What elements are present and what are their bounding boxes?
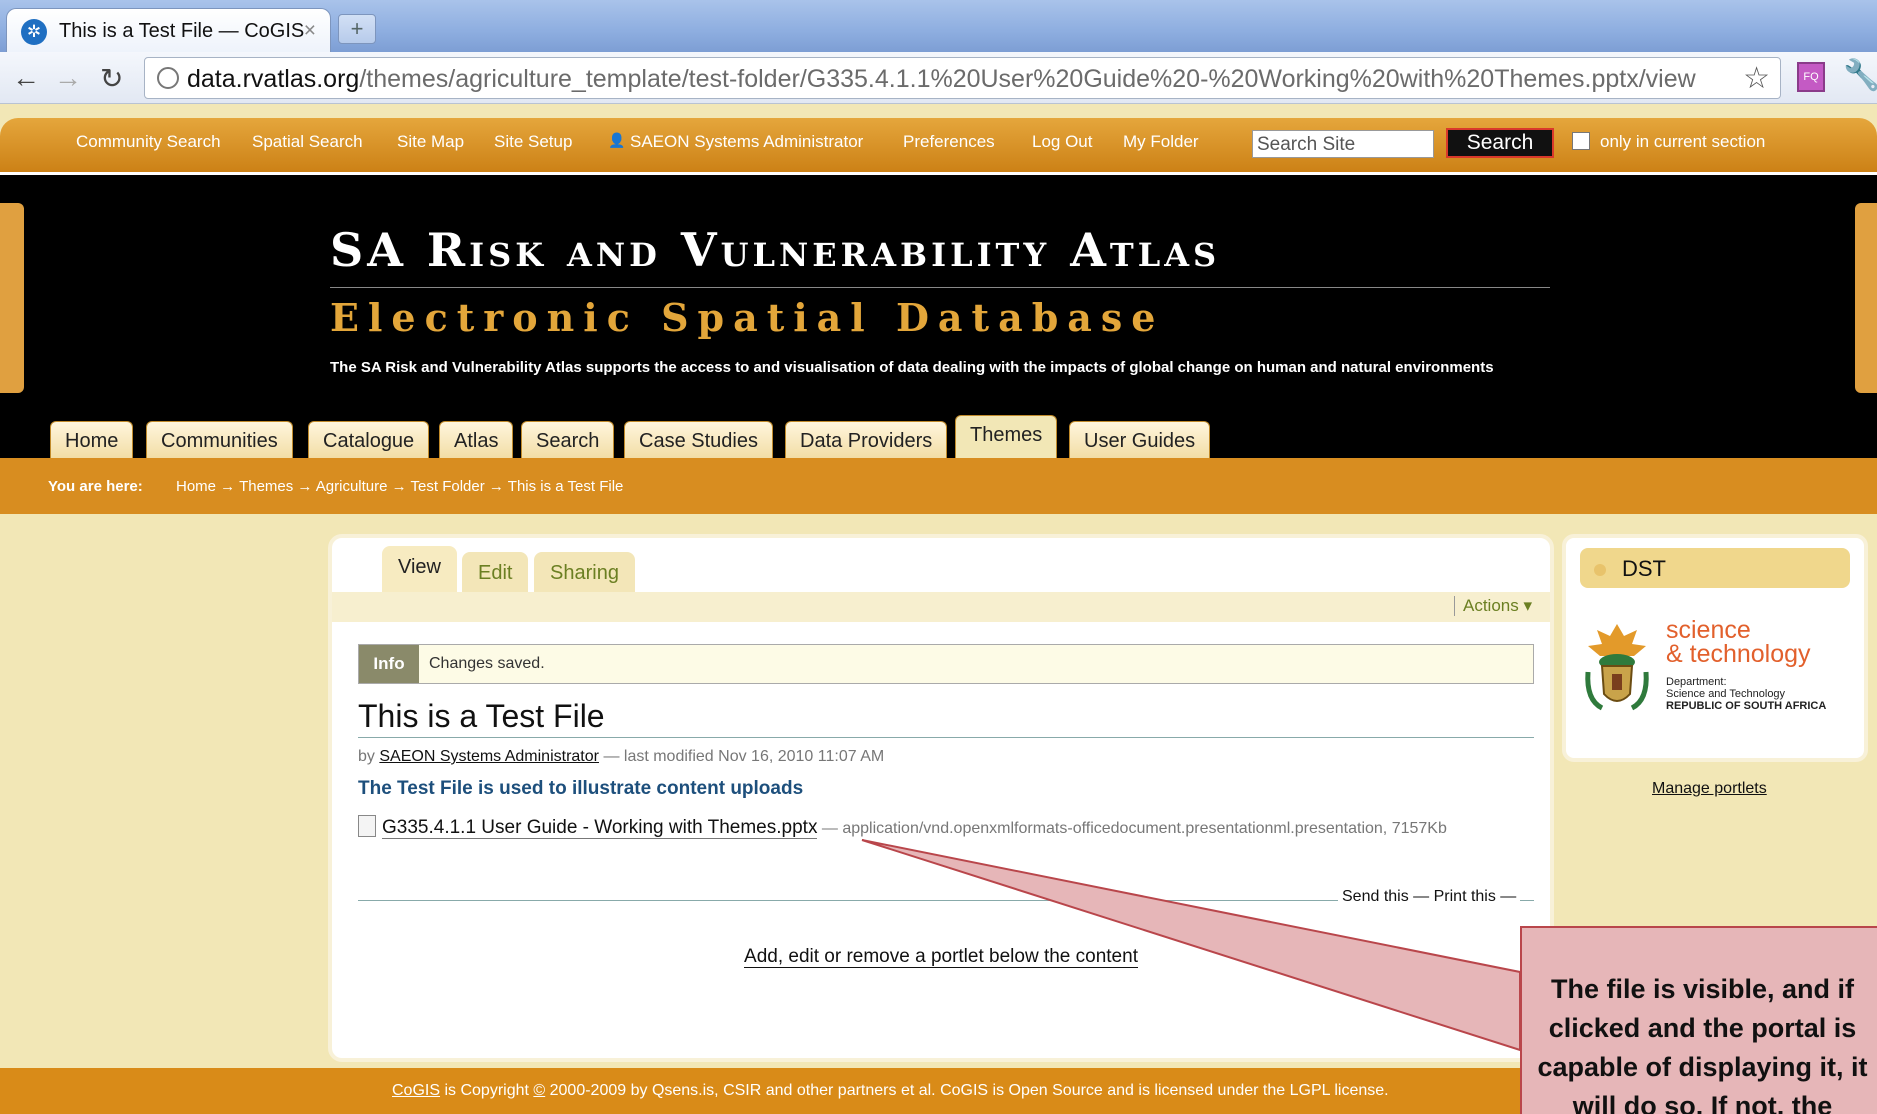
- user-link[interactable]: SAEON Systems Administrator: [630, 132, 863, 152]
- wrench-icon[interactable]: 🔧: [1843, 58, 1877, 93]
- community-search-link[interactable]: Community Search: [76, 132, 221, 152]
- print-this-link[interactable]: Print this: [1434, 888, 1496, 905]
- banner-edge-right: [1855, 203, 1877, 393]
- portlet-title: DST: [1622, 556, 1666, 581]
- nav-tab-communities[interactable]: Communities: [146, 421, 293, 461]
- nav-tab-atlas[interactable]: Atlas: [439, 421, 514, 461]
- spatial-search-link[interactable]: Spatial Search: [252, 132, 363, 152]
- callout-box: The file is visible, and if clicked and …: [1520, 926, 1877, 1114]
- page-title: This is a Test File: [358, 698, 1534, 738]
- browser-tab-strip: ✲ This is a Test File — CoGIS × +: [0, 0, 1877, 52]
- coat-of-arms-icon: [1585, 624, 1649, 711]
- banner-divider: [330, 287, 1550, 288]
- search-button[interactable]: Search: [1446, 128, 1554, 158]
- nav-tab-data-providers[interactable]: Data Providers: [785, 421, 948, 461]
- document-byline: by SAEON Systems Administrator — last mo…: [358, 748, 885, 765]
- breadcrumb-trail[interactable]: Home → Themes → Agriculture → Test Folde…: [176, 478, 623, 495]
- site-map-link[interactable]: Site Map: [397, 132, 464, 152]
- author-link[interactable]: SAEON Systems Administrator: [379, 748, 599, 765]
- user-icon: 👤: [608, 132, 626, 148]
- search-input[interactable]: Search Site: [1252, 130, 1434, 158]
- info-badge: Info: [359, 645, 419, 683]
- footer-text: CoGIS is Copyright © 2000-2009 by Qsens.…: [392, 1082, 1389, 1099]
- file-icon: [358, 815, 376, 837]
- browser-tab-title: This is a Test File — CoGIS: [59, 20, 305, 42]
- browser-tab[interactable]: ✲ This is a Test File — CoGIS ×: [6, 8, 331, 52]
- reload-icon[interactable]: ↻: [100, 62, 123, 95]
- breadcrumb-label: You are here:: [48, 478, 143, 495]
- personal-bar: Community Search Spatial Search Site Map…: [0, 118, 1877, 172]
- page-info-icon: [157, 67, 179, 89]
- document-description: The Test File is used to illustrate cont…: [358, 778, 804, 799]
- site-favicon-icon: ✲: [21, 19, 47, 45]
- close-tab-icon[interactable]: ×: [304, 19, 316, 43]
- nav-tab-search[interactable]: Search: [521, 421, 615, 461]
- nav-tab-user-guides[interactable]: User Guides: [1069, 421, 1211, 461]
- manage-portlets-link[interactable]: Manage portlets: [1652, 780, 1767, 798]
- cogis-link[interactable]: CoGIS: [392, 1082, 440, 1099]
- tab-edit[interactable]: Edit: [462, 552, 529, 592]
- tab-view[interactable]: View: [382, 546, 457, 592]
- nav-tab-home[interactable]: Home: [50, 421, 134, 461]
- content-action-bar: [332, 592, 1550, 622]
- browser-toolbar: ← → ↻ data.rvatlas.org/themes/agricultur…: [0, 52, 1877, 104]
- site-subtitle: Electronic Spatial Database: [330, 295, 1165, 340]
- add-portlet-row: Add, edit or remove a portlet below the …: [332, 946, 1550, 968]
- site-title: SA Risk and Vulnerability Atlas: [330, 223, 1221, 277]
- new-tab-button[interactable]: +: [338, 14, 376, 44]
- preferences-link[interactable]: Preferences: [903, 132, 995, 152]
- dst-department-text: Department: Science and Technology REPUB…: [1666, 676, 1827, 712]
- file-download-link[interactable]: G335.4.1.1 User Guide - Working with The…: [382, 817, 818, 839]
- address-bar[interactable]: data.rvatlas.org/themes/agriculture_temp…: [144, 57, 1781, 99]
- site-description: The SA Risk and Vulnerability Atlas supp…: [330, 359, 1494, 376]
- current-section-checkbox[interactable]: [1572, 132, 1590, 150]
- site-banner: SA Risk and Vulnerability Atlas Electron…: [0, 172, 1877, 463]
- callout-text: The file is visible, and if clicked and …: [1537, 974, 1868, 1114]
- left-column: [0, 514, 318, 1074]
- actions-menu[interactable]: Actions ▾: [1454, 596, 1532, 616]
- modified-date: — last modified Nov 16, 2010 11:07 AM: [603, 748, 885, 765]
- banner-edge-left: [0, 203, 24, 393]
- forward-arrow-icon[interactable]: →: [54, 62, 82, 94]
- url-text: data.rvatlas.org/themes/agriculture_temp…: [187, 65, 1696, 93]
- tab-sharing[interactable]: Sharing: [534, 552, 635, 592]
- add-portlet-link[interactable]: Add, edit or remove a portlet below the …: [744, 946, 1138, 968]
- bookmark-star-icon[interactable]: ☆: [1743, 61, 1770, 96]
- document-actions: Send this — Print this —: [1338, 888, 1521, 906]
- log-out-link[interactable]: Log Out: [1032, 132, 1093, 152]
- portlet-bullet-icon: [1594, 564, 1606, 576]
- file-line: G335.4.1.1 User Guide - Working with The…: [358, 814, 1538, 843]
- breadcrumb: You are here: Home → Themes → Agricultur…: [0, 458, 1877, 514]
- site-setup-link[interactable]: Site Setup: [494, 132, 572, 152]
- file-meta: — application/vnd.openxmlformats-officed…: [821, 820, 1447, 837]
- back-arrow-icon[interactable]: ←: [12, 62, 40, 94]
- dst-logo-text: science & technology: [1666, 616, 1811, 668]
- nav-tab-themes[interactable]: Themes: [955, 415, 1058, 463]
- my-folder-link[interactable]: My Folder: [1123, 132, 1199, 152]
- nav-tab-catalogue[interactable]: Catalogue: [308, 421, 430, 461]
- status-message: Info Changes saved.: [358, 644, 1534, 684]
- nav-tab-case-studies[interactable]: Case Studies: [624, 421, 773, 461]
- send-this-link[interactable]: Send this: [1342, 888, 1409, 905]
- extension-icon[interactable]: FQ: [1797, 62, 1825, 92]
- info-text: Changes saved.: [429, 655, 545, 672]
- portlet-header: DST: [1580, 548, 1850, 588]
- content-panel: View Edit Sharing Actions ▾ Info Changes…: [328, 534, 1554, 1062]
- copyright-link[interactable]: ©: [533, 1082, 545, 1099]
- dst-portlet: DST science & technology Department: Sci…: [1562, 534, 1868, 762]
- current-section-label: only in current section: [1600, 132, 1766, 151]
